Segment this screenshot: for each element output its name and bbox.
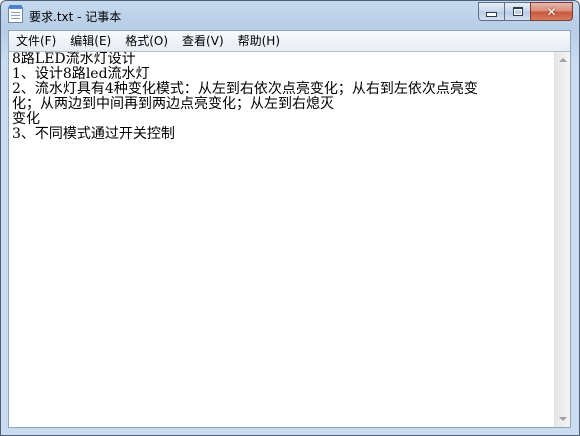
close-icon: ✕ — [546, 4, 557, 19]
document-line: 2、流水灯具有4种变化模式：从左到右依次点亮变化；从右到左依次点亮变 — [12, 81, 478, 97]
document-line: 1、设计8路led流水灯 — [12, 66, 150, 82]
notepad-app-icon[interactable] — [8, 5, 23, 23]
menu-edit[interactable]: 编辑(E) — [63, 31, 118, 51]
menu-bar: 文件(F) 编辑(E) 格式(O) 查看(V) 帮助(H) — [9, 31, 570, 52]
maximize-button[interactable] — [504, 2, 530, 21]
maximize-icon — [512, 7, 523, 16]
vertical-scrollbar[interactable] — [554, 52, 570, 427]
document-line: 3、不同模式通过开关控制 — [12, 126, 175, 142]
document-line: 化；从两边到中间再到两边点亮变化；从左到右熄灭 — [12, 96, 334, 112]
menu-help[interactable]: 帮助(H) — [231, 31, 287, 51]
document-line: 8路LED流水灯设计 — [12, 52, 136, 67]
scroll-down-arrow-icon — [558, 417, 567, 421]
scroll-up-button[interactable] — [555, 52, 570, 68]
document-line: 变化 — [12, 111, 40, 127]
menu-file[interactable]: 文件(F) — [9, 31, 63, 51]
window-controls: ✕ — [478, 2, 573, 21]
minimize-button[interactable] — [478, 2, 504, 21]
menu-view[interactable]: 查看(V) — [175, 31, 231, 51]
close-button[interactable]: ✕ — [530, 2, 573, 21]
window-title: 要求.txt - 记事本 — [29, 10, 122, 24]
menu-format[interactable]: 格式(O) — [118, 31, 175, 51]
scroll-down-button[interactable] — [555, 411, 570, 427]
notepad-window: 要求.txt - 记事本 ✕ 文件(F) 编辑(E) 格式(O) 查看(V) 帮… — [0, 0, 580, 436]
scroll-up-arrow-icon — [558, 58, 567, 62]
title-bar[interactable]: 要求.txt - 记事本 ✕ — [1, 1, 579, 31]
text-editor-area[interactable]: 8路LED流水灯设计 1、设计8路led流水灯 2、流水灯具有4种变化模式：从左… — [9, 52, 553, 427]
minimize-icon — [486, 12, 497, 17]
client-area: 文件(F) 编辑(E) 格式(O) 查看(V) 帮助(H) 8路LED流水灯设计… — [8, 30, 571, 428]
